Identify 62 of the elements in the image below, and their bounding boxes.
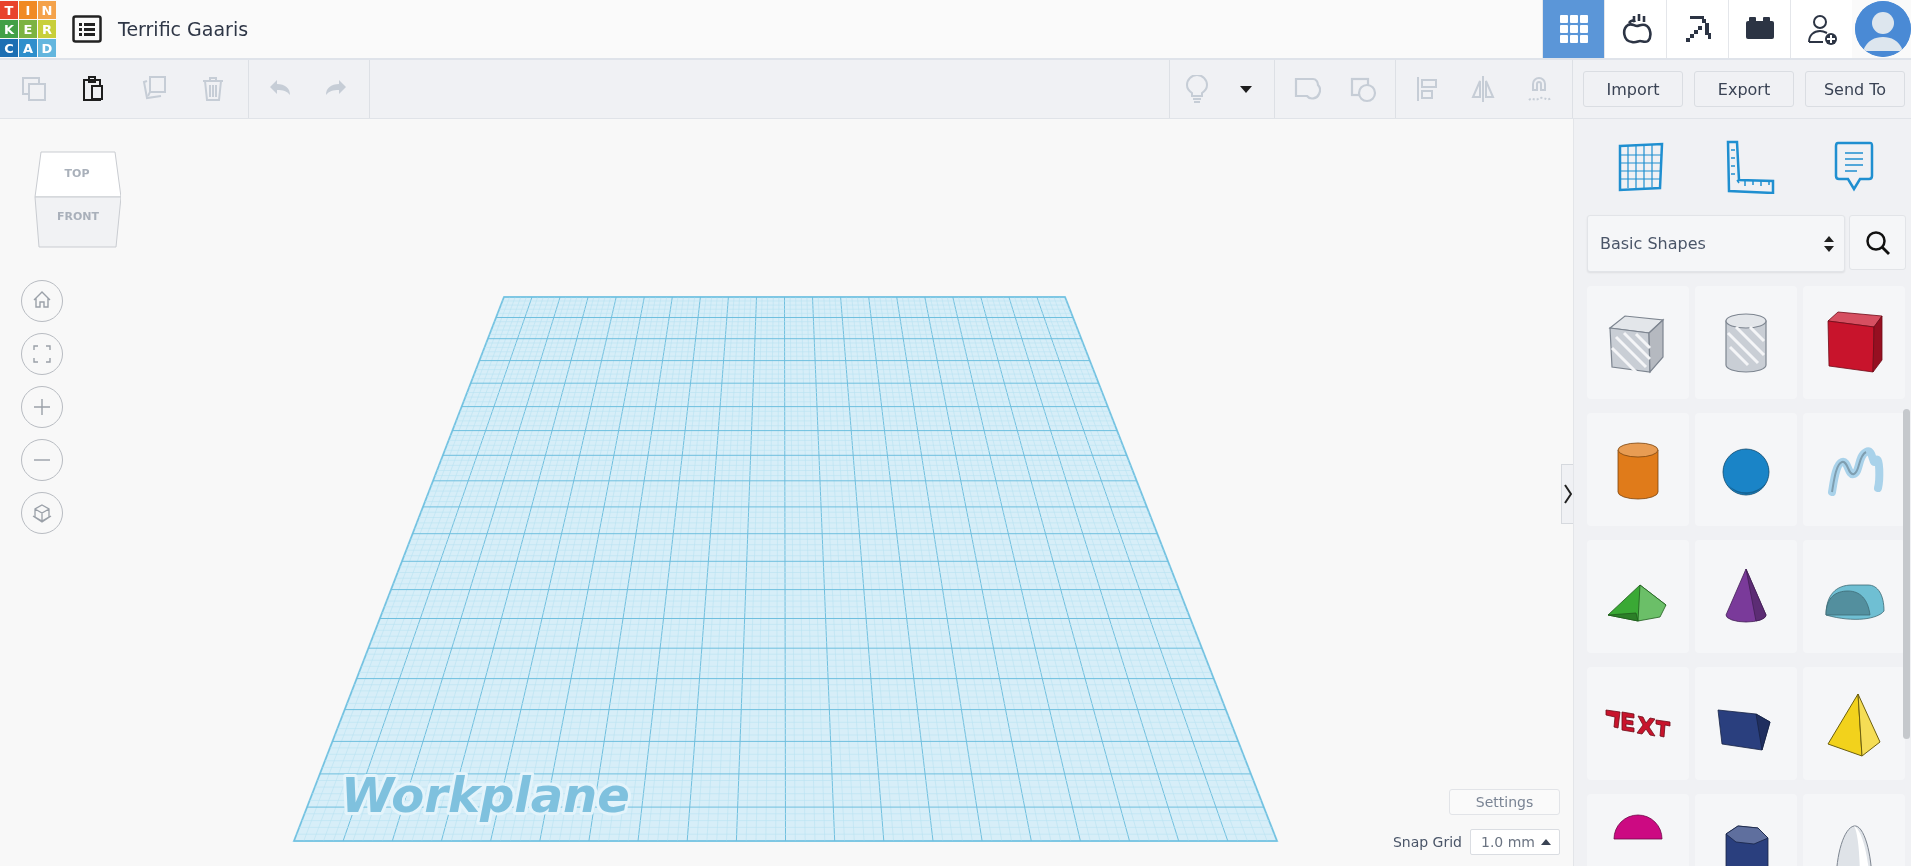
notes-tool-button[interactable] [1833, 141, 1874, 193]
shape-tile[interactable] [1695, 286, 1797, 399]
shape-tile[interactable] [1803, 413, 1905, 526]
caret-icon [1240, 85, 1252, 93]
collapse-panel-button[interactable] [1561, 464, 1573, 524]
chevron-icon [1563, 484, 1572, 504]
list-icon [72, 15, 102, 43]
caret-up-icon [1541, 839, 1551, 845]
group-icon [1293, 75, 1321, 103]
shape-tile[interactable] [1695, 413, 1797, 526]
export-button[interactable]: Export [1694, 71, 1794, 107]
shape-tile[interactable] [1695, 667, 1797, 780]
note-icon [1833, 141, 1874, 193]
app-switch-button[interactable] [1604, 0, 1666, 58]
zoom-in-button[interactable] [21, 386, 63, 428]
cube-face-label: TOP [64, 167, 90, 180]
sort-arrows-icon [1824, 234, 1834, 253]
scrollbar[interactable] [1903, 409, 1910, 739]
ungroup-icon [1349, 75, 1377, 103]
fit-view-button[interactable] [21, 333, 63, 375]
snap-grid-select[interactable]: 1.0 mm [1470, 829, 1560, 855]
send-to-button[interactable]: Send To [1805, 71, 1905, 107]
magnet-icon [1526, 75, 1554, 103]
logo-letter: N [38, 1, 56, 19]
logo-letter: C [0, 39, 18, 57]
shape-tile[interactable] [1587, 667, 1689, 780]
design-title[interactable]: Terrific Gaaris [118, 18, 249, 40]
shape-category-select[interactable]: Basic Shapes [1587, 215, 1845, 272]
shape-tile[interactable] [1695, 540, 1797, 653]
cube-face-label: FRONT [57, 210, 99, 223]
logo-letter: K [0, 20, 18, 38]
design-list-button[interactable] [72, 15, 102, 43]
shape-tile[interactable] [1803, 540, 1905, 653]
snap-grid-label: Snap Grid [1392, 834, 1462, 850]
search-button[interactable] [1849, 215, 1906, 270]
shape-tile[interactable] [1803, 286, 1905, 399]
ruler-icon [1724, 140, 1775, 194]
logo-letter: R [38, 20, 56, 38]
workplane-grid[interactable] [292, 296, 1279, 842]
invite-icon [1805, 13, 1838, 45]
logo-letter: A [19, 39, 37, 57]
zoom-out-button[interactable] [21, 439, 63, 481]
app-switch-button[interactable] [1666, 0, 1728, 58]
shape-tile[interactable] [1587, 286, 1689, 399]
logo-letter: I [19, 1, 37, 19]
shape-tile[interactable] [1587, 413, 1689, 526]
logo-letter: D [38, 39, 56, 57]
home-button[interactable] [21, 280, 63, 322]
shape-tile[interactable] [1803, 667, 1905, 780]
settings-button[interactable]: Settings [1449, 789, 1560, 815]
minus-icon [34, 459, 50, 461]
app-switch-button[interactable] [1728, 0, 1790, 58]
app-switch-button[interactable] [1790, 0, 1852, 58]
app-switch-button[interactable] [1542, 0, 1604, 58]
shape-tile[interactable] [1587, 540, 1689, 653]
ruler-tool-button[interactable] [1724, 140, 1775, 194]
copy-icon [20, 75, 48, 103]
perspective-button[interactable] [21, 492, 63, 534]
logo-letter: T [0, 1, 18, 19]
import-button[interactable]: Import [1583, 71, 1683, 107]
logo-letter: E [19, 20, 37, 38]
search-icon [1864, 229, 1891, 256]
